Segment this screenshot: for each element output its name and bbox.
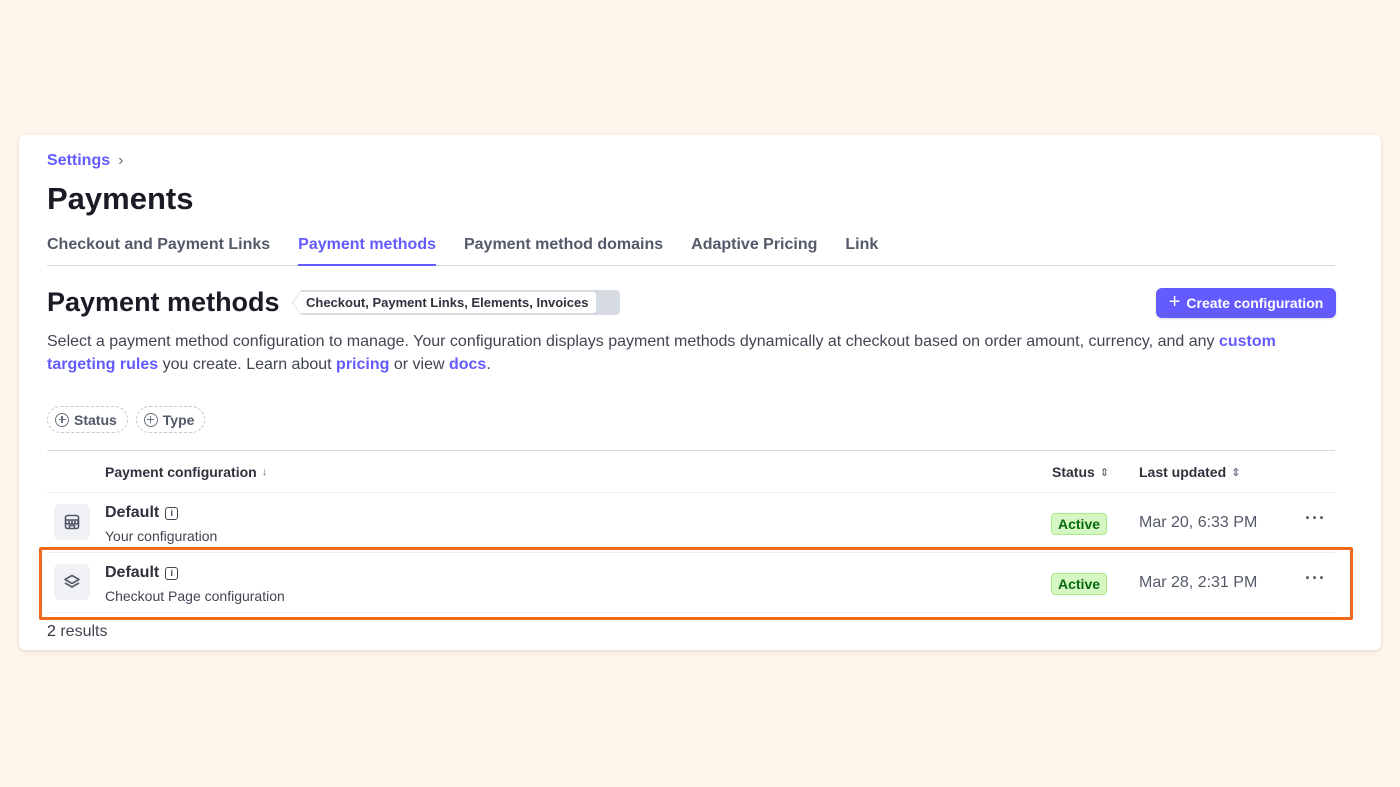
filter-status-label: Status	[74, 411, 117, 428]
plus-icon: +	[1168, 291, 1181, 313]
scope-badge: Checkout, Payment Links, Elements, Invoi…	[293, 291, 598, 314]
description-text: Select a payment method configuration to…	[47, 333, 1219, 350]
table-row[interactable]: Default i Checkout Page configuration Ac…	[47, 553, 1335, 613]
tab-checkout-and-payment-links[interactable]: Checkout and Payment Links	[47, 234, 270, 266]
row-subtitle: Checkout Page configuration	[105, 588, 285, 604]
results-label: results	[55, 623, 108, 640]
more-options-icon[interactable]: ···	[1305, 508, 1326, 529]
create-configuration-label: Create configuration	[1186, 295, 1324, 311]
info-icon[interactable]: i	[165, 566, 179, 580]
column-header-label: Status	[1052, 464, 1095, 480]
circle-plus-icon	[55, 412, 69, 427]
tab-payment-method-domains[interactable]: Payment method domains	[464, 234, 663, 266]
chevron-right-icon: ›	[118, 152, 124, 169]
configurations-table: Payment configuration ↓ Status ⇕ Last up…	[47, 450, 1335, 613]
status-badge: Active	[1051, 573, 1108, 595]
section-description: Select a payment method configuration to…	[47, 330, 1339, 376]
storefront-icon	[54, 504, 90, 540]
tab-adaptive-pricing[interactable]: Adaptive Pricing	[691, 234, 817, 266]
tab-link[interactable]: Link	[845, 234, 878, 266]
results-count: 2 results	[47, 623, 107, 641]
last-updated: Mar 28, 2:31 PM	[1139, 574, 1258, 591]
filter-type-label: Type	[162, 411, 195, 428]
filter-type-button[interactable]: Type	[135, 406, 206, 433]
breadcrumb: Settings ›	[47, 152, 123, 170]
table-header: Payment configuration ↓ Status ⇕ Last up…	[47, 451, 1335, 493]
tab-bar: Checkout and Payment Links Payment metho…	[47, 234, 1335, 266]
docs-link[interactable]: docs	[449, 356, 486, 373]
breadcrumb-settings-link[interactable]: Settings	[47, 152, 110, 170]
column-header-label: Last updated	[1139, 464, 1227, 480]
column-header-payment-configuration[interactable]: Payment configuration ↓	[105, 464, 267, 480]
sort-icon: ⇕	[1099, 466, 1110, 479]
tab-payment-methods[interactable]: Payment methods	[298, 234, 436, 266]
row-title-text: Default	[105, 564, 160, 581]
description-text: .	[486, 356, 491, 373]
info-icon[interactable]: i	[165, 506, 179, 520]
status-badge: Active	[1051, 513, 1108, 535]
section-title: Payment methods	[47, 287, 280, 317]
results-number: 2	[47, 623, 56, 640]
filter-bar: Status Type	[47, 406, 206, 433]
payments-settings-card: Settings › Payments Checkout and Payment…	[19, 135, 1381, 650]
description-text: or view	[389, 356, 449, 373]
row-title: Default i	[105, 504, 179, 522]
row-title: Default i	[105, 564, 179, 582]
circle-plus-icon	[143, 412, 158, 427]
filter-status-button[interactable]: Status	[47, 406, 128, 433]
row-subtitle: Your configuration	[105, 528, 218, 544]
column-header-label: Payment configuration	[105, 464, 257, 480]
pricing-link[interactable]: pricing	[336, 356, 389, 373]
last-updated: Mar 20, 6:33 PM	[1139, 514, 1258, 531]
create-configuration-button[interactable]: + Create configuration	[1156, 288, 1336, 318]
row-title-text: Default	[105, 504, 160, 521]
more-options-icon[interactable]: ···	[1305, 568, 1326, 589]
description-text: you create. Learn about	[158, 356, 337, 373]
arrow-down-icon: ↓	[261, 466, 268, 478]
sort-icon: ⇕	[1231, 466, 1241, 479]
column-header-last-updated[interactable]: Last updated ⇕	[1139, 464, 1240, 480]
page-title: Payments	[47, 181, 194, 216]
column-header-status[interactable]: Status ⇕	[1052, 464, 1109, 480]
table-row[interactable]: Default i Your configuration Active Mar …	[47, 493, 1335, 553]
layers-icon	[54, 564, 90, 600]
